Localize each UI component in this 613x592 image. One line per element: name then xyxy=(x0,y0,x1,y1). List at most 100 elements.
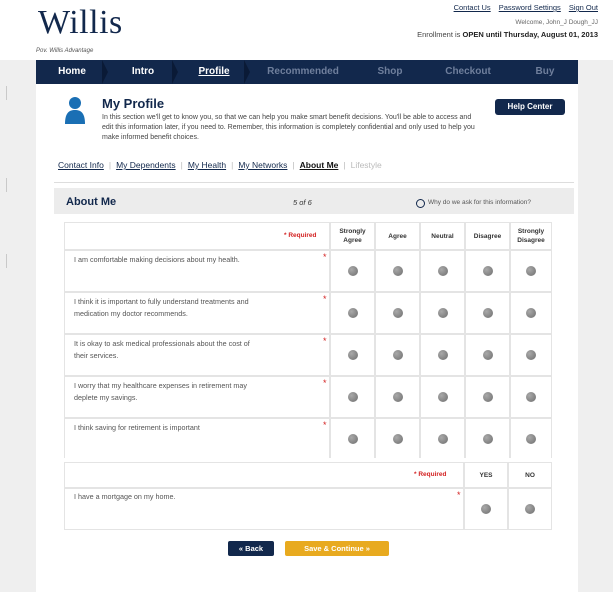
nav-tab-intro[interactable]: Intro xyxy=(108,60,178,84)
subtab-lifestyle: Lifestyle xyxy=(350,160,382,170)
nav-tab-shop: Shop xyxy=(377,66,403,77)
radio-option[interactable] xyxy=(393,392,403,402)
required-label: * Required xyxy=(284,232,317,239)
nav-tab-buy: Buy xyxy=(535,66,555,77)
likert-question-line: It is okay to ask medical professionals … xyxy=(74,339,250,348)
likert-question: I worry that my healthcare expenses in r… xyxy=(74,380,319,404)
column-header-yes: YES xyxy=(479,472,493,479)
profile-subtabs: Contact Info | My Dependents | My Health | … xyxy=(58,160,382,170)
radio-option[interactable] xyxy=(483,350,493,360)
required-star: * xyxy=(323,420,327,430)
likert-question-line: their services. xyxy=(74,351,119,360)
why-ask-link[interactable]: Why do we ask for this information? xyxy=(428,199,531,206)
column-header-no: NO xyxy=(525,472,535,479)
likert-question: I think it is important to fully underst… xyxy=(74,296,319,320)
main-nav: Home Intro Profile Recommended Shop Chec… xyxy=(36,60,578,84)
radio-option[interactable] xyxy=(438,308,448,318)
column-header-disagree: Disagree xyxy=(473,233,502,240)
likert-question-line: I think saving for retirement is importa… xyxy=(74,423,200,432)
step-counter: 5 of 6 xyxy=(293,198,312,207)
radio-option[interactable] xyxy=(526,308,536,318)
welcome-text: Welcome, John_J Dough_JJ xyxy=(515,19,598,26)
radio-option[interactable] xyxy=(348,392,358,402)
subtab-my-health[interactable]: My Health xyxy=(188,160,226,170)
likert-question: I think saving for retirement is importa… xyxy=(74,422,319,434)
column-header-neutral: Neutral xyxy=(431,233,454,240)
radio-option[interactable] xyxy=(526,266,536,276)
column-header-strongly-disagree: Strongly Disagree xyxy=(517,228,545,244)
left-strip-divider xyxy=(6,178,35,192)
top-links: Contact Us Password Settings Sign Out xyxy=(454,3,598,12)
password-settings-link[interactable]: Password Settings xyxy=(499,3,561,12)
radio-option[interactable] xyxy=(393,434,403,444)
required-star: * xyxy=(323,378,327,388)
likert-question-line: deplete my savings. xyxy=(74,393,138,402)
subtab-separator: | xyxy=(108,160,112,170)
info-icon[interactable] xyxy=(416,199,425,208)
radio-no[interactable] xyxy=(525,504,535,514)
nav-tab-checkout: Checkout xyxy=(445,66,491,77)
right-background-strip xyxy=(578,60,613,592)
column-header-strongly-agree: Strongly Agree xyxy=(339,228,366,244)
enrollment-status: Enrollment is OPEN until Thursday, Augus… xyxy=(417,30,598,39)
radio-option[interactable] xyxy=(438,392,448,402)
subtab-about-me[interactable]: About Me xyxy=(300,160,339,170)
radio-option[interactable] xyxy=(348,266,358,276)
likert-question-line: medication my doctor recommends. xyxy=(74,309,188,318)
willis-logo: Willis xyxy=(38,4,123,41)
subtab-separator: | xyxy=(231,160,234,170)
likert-question: It is okay to ask medical professionals … xyxy=(74,338,319,362)
radio-option[interactable] xyxy=(393,350,403,360)
subtab-separator: | xyxy=(292,160,295,170)
subtab-contact-info[interactable]: Contact Info xyxy=(58,160,104,170)
radio-option[interactable] xyxy=(348,350,358,360)
radio-option[interactable] xyxy=(526,434,536,444)
table-header-cell xyxy=(65,463,463,487)
left-background-strip xyxy=(0,60,36,592)
sign-out-link[interactable]: Sign Out xyxy=(569,3,598,12)
subtab-separator: | xyxy=(180,160,183,170)
page-description: In this section we'll get to know you, s… xyxy=(102,114,475,141)
subtab-my-networks[interactable]: My Networks xyxy=(238,160,287,170)
subtab-my-dependents[interactable]: My Dependents xyxy=(116,160,176,170)
radio-option[interactable] xyxy=(526,350,536,360)
radio-option[interactable] xyxy=(526,392,536,402)
radio-option[interactable] xyxy=(393,266,403,276)
radio-option[interactable] xyxy=(393,308,403,318)
radio-option[interactable] xyxy=(438,434,448,444)
likert-table: * Required Strongly Agree Agree Neutral … xyxy=(64,222,552,459)
column-header-agree: Agree xyxy=(388,233,407,240)
left-strip-divider xyxy=(6,86,35,100)
save-continue-button[interactable]: Save & Continue » xyxy=(285,541,389,556)
section-title: About Me xyxy=(66,196,117,208)
radio-option[interactable] xyxy=(483,266,493,276)
radio-option[interactable] xyxy=(348,434,358,444)
radio-option[interactable] xyxy=(348,308,358,318)
radio-yes[interactable] xyxy=(481,504,491,514)
yes-no-table: * Required YES NO I have a mortgage on m… xyxy=(64,462,552,530)
nav-tab-profile[interactable]: Profile xyxy=(178,60,250,84)
nav-tab-recommended: Recommended xyxy=(267,66,339,77)
contact-us-link[interactable]: Contact Us xyxy=(454,3,491,12)
radio-option[interactable] xyxy=(438,350,448,360)
help-center-button[interactable]: Help Center xyxy=(495,99,565,115)
nav-tab-home[interactable]: Home xyxy=(36,60,108,84)
subtab-separator: | xyxy=(343,160,346,170)
likert-question-line: I think it is important to fully underst… xyxy=(74,297,249,306)
person-icon xyxy=(65,97,85,124)
required-label: * Required xyxy=(414,471,447,478)
radio-option[interactable] xyxy=(483,434,493,444)
divider xyxy=(54,182,574,183)
radio-option[interactable] xyxy=(483,308,493,318)
required-star: * xyxy=(323,252,327,262)
required-star: * xyxy=(323,336,327,346)
likert-question-line: I am comfortable making decisions about … xyxy=(74,255,240,264)
required-star: * xyxy=(457,490,461,500)
radio-option[interactable] xyxy=(438,266,448,276)
radio-option[interactable] xyxy=(483,392,493,402)
page-title: My Profile xyxy=(102,96,165,111)
back-button[interactable]: « Back xyxy=(228,541,274,556)
tagline: Pov. Willis Advantage xyxy=(36,48,94,54)
required-star: * xyxy=(323,294,327,304)
left-strip-divider xyxy=(6,254,35,268)
